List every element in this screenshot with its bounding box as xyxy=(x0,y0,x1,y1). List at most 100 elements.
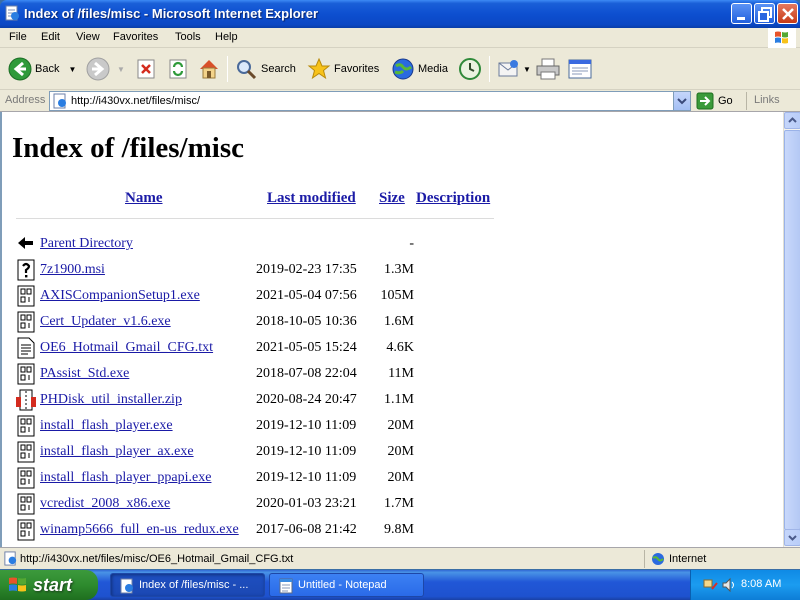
file-date: 2018-10-05 10:36 xyxy=(256,314,357,329)
taskbar: start Index of /files/misc - ... Untitle… xyxy=(0,570,800,600)
go-arrow-icon xyxy=(696,92,714,110)
network-icon[interactable] xyxy=(703,577,719,593)
file-size: 11M xyxy=(388,366,414,381)
forward-arrow-icon xyxy=(86,57,110,81)
file-link[interactable]: OE6_Hotmail_Gmail_CFG.txt xyxy=(40,340,213,356)
address-input[interactable] xyxy=(71,95,671,107)
maximize-button[interactable] xyxy=(754,3,775,24)
file-row: 7z1900.msi 2019-02-23 17:35 1.3M xyxy=(16,258,486,281)
file-date: 2017-06-08 21:42 xyxy=(256,522,357,537)
file-date: 2019-12-10 11:09 xyxy=(256,470,357,485)
chevron-down-icon: ▼ xyxy=(117,64,125,74)
home-button[interactable] xyxy=(197,55,221,83)
back-arrow-icon xyxy=(8,57,32,81)
file-row: Cert_Updater_v1.6.exe 2018-10-05 10:36 1.6… xyxy=(16,310,486,333)
scroll-up-button[interactable] xyxy=(784,112,800,129)
file-link[interactable]: winamp5666_full_en-us_redux.exe xyxy=(40,522,239,538)
home-icon xyxy=(200,60,218,79)
header-divider xyxy=(16,218,494,219)
search-button[interactable]: Search xyxy=(234,55,296,83)
address-dropdown-button[interactable] xyxy=(673,92,690,110)
minimize-button[interactable] xyxy=(731,3,752,24)
file-link[interactable]: 7z1900.msi xyxy=(40,262,105,278)
taskbar-item-ie[interactable]: Index of /files/misc - ... xyxy=(110,573,265,597)
file-date: 2019-12-10 11:09 xyxy=(256,418,357,433)
media-button[interactable]: Media xyxy=(391,55,448,83)
binary-icon xyxy=(16,311,36,333)
menu-help[interactable]: Help xyxy=(215,31,238,43)
security-zone: Internet xyxy=(669,553,707,565)
binary-icon xyxy=(16,285,36,307)
status-bar: http://i430vx.net/files/misc/OE6_Hotmail… xyxy=(0,547,800,569)
menu-view[interactable]: View xyxy=(76,31,100,43)
chevron-down-icon[interactable]: ▼ xyxy=(523,65,531,74)
file-link[interactable]: install_flash_player_ppapi.exe xyxy=(40,470,211,486)
scroll-thumb[interactable] xyxy=(784,130,800,530)
column-header-last-modified: Last modified xyxy=(267,190,356,206)
menu-file[interactable]: File xyxy=(9,31,27,43)
file-size: 20M xyxy=(387,470,414,485)
menu-tools[interactable]: Tools xyxy=(175,31,201,43)
column-header-size: Size xyxy=(379,190,405,206)
refresh-icon xyxy=(169,59,187,79)
vertical-scrollbar[interactable] xyxy=(783,112,800,547)
stop-icon xyxy=(137,59,155,79)
menu-bar: File Edit View Favorites Tools Help xyxy=(0,28,800,48)
history-icon xyxy=(459,58,481,80)
scroll-down-button[interactable] xyxy=(784,529,800,546)
page-title: Index of /files/misc xyxy=(12,132,244,164)
file-size: 1.3M xyxy=(384,262,414,277)
file-size: 1.1M xyxy=(384,392,414,407)
file-link[interactable]: install_flash_player_ax.exe xyxy=(40,444,194,460)
mail-button[interactable]: ▼ xyxy=(497,55,531,83)
toolbar: Back ▼ ▼ Search Favorites Media ▼ xyxy=(0,48,800,90)
favorites-button[interactable]: Favorites xyxy=(307,55,379,83)
file-link[interactable]: Cert_Updater_v1.6.exe xyxy=(40,314,171,330)
ie-page-icon xyxy=(5,5,19,21)
print-button[interactable] xyxy=(535,55,561,83)
close-button[interactable] xyxy=(777,3,798,24)
file-link[interactable]: PAssist_Std.exe xyxy=(40,366,129,382)
menu-favorites[interactable]: Favorites xyxy=(113,31,158,43)
system-tray: 8:08 AM xyxy=(690,570,800,600)
address-box[interactable] xyxy=(49,91,691,111)
file-link[interactable]: Parent Directory xyxy=(40,236,133,252)
forward-button[interactable]: ▼ xyxy=(86,55,125,83)
file-row: PAssist_Std.exe 2018-07-08 22:04 11M xyxy=(16,362,486,385)
menu-edit[interactable]: Edit xyxy=(41,31,60,43)
page-content: Index of /files/misc Name Last modified … xyxy=(0,112,783,547)
file-row: install_flash_player.exe 2019-12-10 11:09… xyxy=(16,414,486,437)
file-row: vcredist_2008_x86.exe 2020-01-03 23:21 1.7… xyxy=(16,492,486,515)
file-size: 4.6K xyxy=(386,340,414,355)
ie-icon xyxy=(120,578,133,594)
binary-icon xyxy=(16,415,36,437)
file-date: 2020-01-03 23:21 xyxy=(256,496,357,511)
file-row: AXISCompanionSetup1.exe 2021-05-04 07:56 1… xyxy=(16,284,486,307)
windows-logo-icon xyxy=(768,28,796,48)
chevron-down-icon[interactable]: ▼ xyxy=(68,65,76,74)
file-size: 20M xyxy=(387,418,414,433)
file-link[interactable]: AXISCompanionSetup1.exe xyxy=(40,288,200,304)
taskbar-item-notepad[interactable]: Untitled - Notepad xyxy=(269,573,424,597)
edit-button[interactable] xyxy=(567,55,593,83)
go-button[interactable]: Go xyxy=(696,92,733,110)
file-size: 20M xyxy=(387,444,414,459)
start-button[interactable]: start xyxy=(0,570,98,600)
star-icon xyxy=(307,57,331,80)
history-button[interactable] xyxy=(458,55,482,83)
volume-icon[interactable] xyxy=(721,577,737,593)
file-date: 2019-12-10 11:09 xyxy=(256,444,357,459)
page-icon xyxy=(53,93,66,109)
refresh-button[interactable] xyxy=(167,55,189,83)
file-date: 2021-05-05 15:24 xyxy=(256,340,357,355)
compressed-icon xyxy=(16,389,36,411)
file-link[interactable]: PHDisk_util_installer.zip xyxy=(40,392,182,408)
links-button[interactable]: Links xyxy=(754,94,780,106)
back-button[interactable]: Back ▼ xyxy=(8,55,76,83)
printer-icon xyxy=(536,58,560,80)
stop-button[interactable] xyxy=(135,55,157,83)
file-link[interactable]: install_flash_player.exe xyxy=(40,418,173,434)
file-link[interactable]: vcredist_2008_x86.exe xyxy=(40,496,170,512)
title-bar: Index of /files/misc - Microsoft Interne… xyxy=(0,0,800,28)
file-size: - xyxy=(409,236,414,251)
